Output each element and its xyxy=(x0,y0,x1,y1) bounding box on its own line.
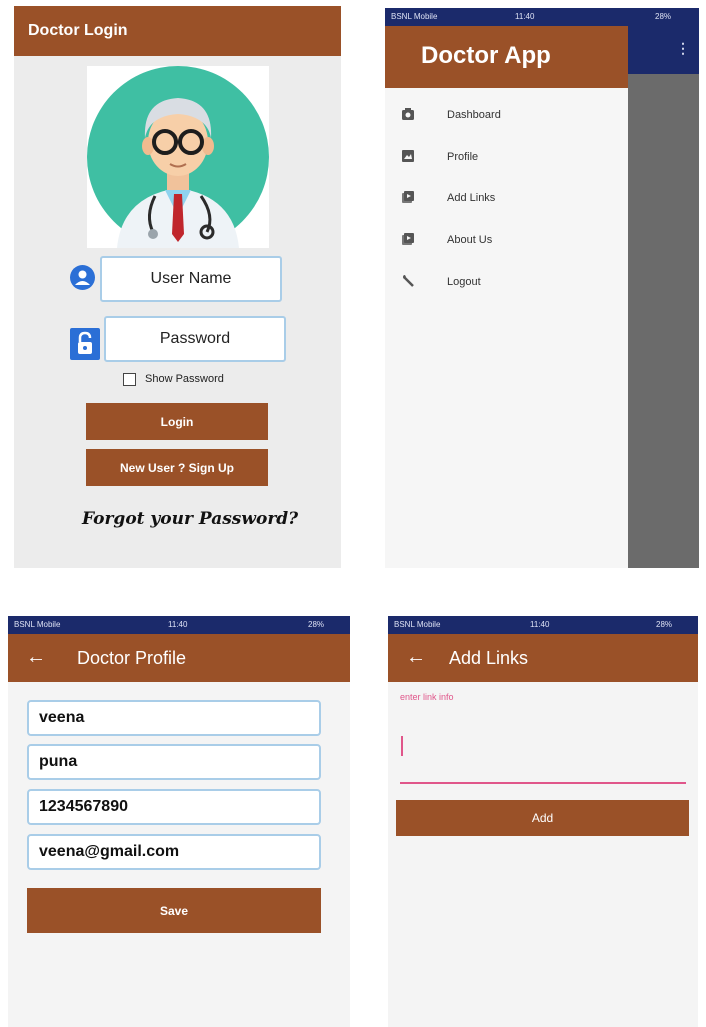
media-icon xyxy=(402,233,414,245)
login-button[interactable]: Login xyxy=(86,403,268,440)
add-links-screen: BSNL Mobile 11:40 28% ← Add Links enter … xyxy=(388,616,698,1027)
text-cursor xyxy=(401,736,403,756)
city-field[interactable]: puna xyxy=(27,744,321,780)
status-time: 11:40 xyxy=(515,12,535,21)
status-carrier: BSNL Mobile xyxy=(14,620,61,629)
menu-item-logout[interactable]: Logout xyxy=(385,265,628,303)
profile-title: Doctor Profile xyxy=(77,648,187,668)
menu-item-add-links[interactable]: Add Links xyxy=(385,181,628,219)
add-button[interactable]: Add xyxy=(396,800,689,836)
user-icon xyxy=(70,265,95,290)
lock-icon xyxy=(70,328,100,360)
username-input[interactable]: User Name xyxy=(100,256,282,302)
toolbar-overflow-area: ⋮ xyxy=(628,26,699,74)
profile-toolbar: ← Doctor Profile xyxy=(8,634,350,682)
signup-button[interactable]: New User ? Sign Up xyxy=(86,449,268,486)
name-field[interactable]: veena xyxy=(27,700,321,736)
status-time: 11:40 xyxy=(530,620,550,629)
show-password-checkbox[interactable] xyxy=(123,373,136,386)
menu-item-profile[interactable]: Profile xyxy=(385,140,628,178)
menu-item-dashboard[interactable]: Dashboard xyxy=(385,98,628,136)
status-bar: BSNL Mobile 11:40 28% xyxy=(8,616,350,634)
status-bar: BSNL Mobile 11:40 28% xyxy=(388,616,698,634)
links-title: Add Links xyxy=(449,648,529,668)
menu-item-about-us[interactable]: About Us xyxy=(385,223,628,261)
overflow-menu-icon[interactable]: ⋮ xyxy=(676,40,690,57)
profile-screen: BSNL Mobile 11:40 28% ← Doctor Profile v… xyxy=(8,616,350,1027)
drawer-screen: BSNL Mobile 11:40 28% ⋮ Doctor App Dashb… xyxy=(385,8,699,568)
save-button[interactable]: Save xyxy=(27,888,321,933)
image-icon xyxy=(402,150,414,162)
login-app-bar: Doctor Login xyxy=(14,6,341,56)
link-input-label: enter link info xyxy=(400,692,454,702)
status-battery: 28% xyxy=(308,620,325,629)
back-arrow-icon[interactable]: ← xyxy=(26,646,46,669)
navigation-drawer: Doctor App Dashboard Profile Add Links A… xyxy=(385,26,628,568)
status-bar: BSNL Mobile 11:40 28% xyxy=(385,8,699,26)
links-toolbar: ← Add Links xyxy=(388,634,698,682)
drawer-title: Doctor App xyxy=(421,42,551,69)
login-screen: Doctor Login User Name Password Show Pas… xyxy=(14,6,341,568)
email-field[interactable]: veena@gmail.com xyxy=(27,834,321,870)
forgot-password-link[interactable]: Forgot your Password? xyxy=(82,509,298,529)
status-carrier: BSNL Mobile xyxy=(394,620,441,629)
doctor-avatar xyxy=(87,66,269,248)
phone-field[interactable]: 1234567890 xyxy=(27,789,321,825)
back-arrow-icon[interactable]: ← xyxy=(406,646,426,669)
status-time: 11:40 xyxy=(168,620,188,629)
link-input[interactable] xyxy=(400,728,686,784)
drawer-header: Doctor App xyxy=(385,26,628,88)
show-password-label: Show Password xyxy=(145,373,224,385)
camera-icon xyxy=(402,108,414,120)
status-battery: 28% xyxy=(655,12,672,21)
media-icon xyxy=(402,191,414,203)
login-title: Doctor Login xyxy=(28,22,128,39)
password-input[interactable]: Password xyxy=(104,316,286,362)
status-battery: 28% xyxy=(656,620,673,629)
wrench-icon xyxy=(403,275,414,287)
status-carrier: BSNL Mobile xyxy=(391,12,438,21)
